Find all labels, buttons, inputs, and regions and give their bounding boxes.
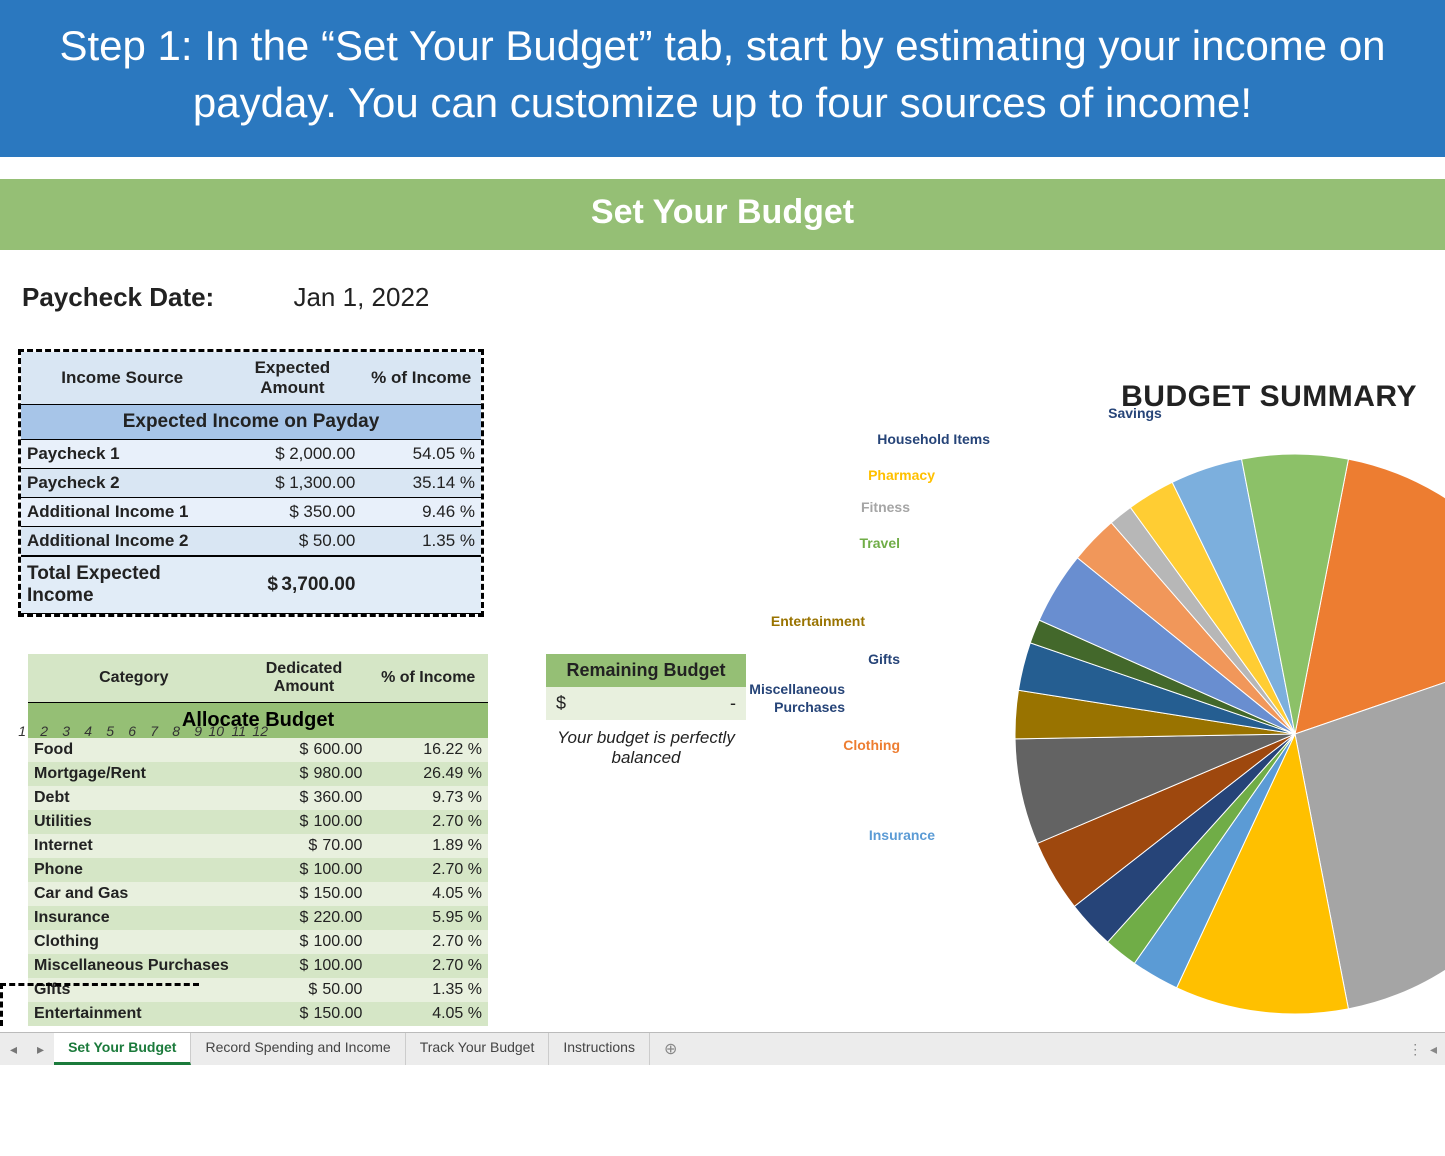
- pie-label: Pharmacy: [868, 467, 935, 483]
- tabs-scroll-left[interactable]: ◂: [0, 1041, 27, 1058]
- alloc-row[interactable]: Miscellaneous Purchases$100.002.70 %: [28, 954, 488, 978]
- income-table-highlight: Expected Income on Payday Income Source …: [18, 349, 484, 617]
- remaining-value: $ -: [546, 687, 746, 720]
- page-title: Set Your Budget: [0, 179, 1445, 250]
- tab-track-your-budget[interactable]: Track Your Budget: [406, 1033, 550, 1065]
- instruction-banner: Step 1: In the “Set Your Budget” tab, st…: [0, 0, 1445, 157]
- row-number: 8: [162, 720, 184, 742]
- income-table: Expected Income on Payday Income Source …: [21, 352, 481, 614]
- row-number: 3: [52, 720, 74, 742]
- alloc-h-cat: Category: [28, 654, 240, 703]
- income-row[interactable]: Paycheck 1$2,000.0054.05 %: [21, 440, 481, 469]
- alloc-row[interactable]: Mortgage/Rent$980.0026.49 %: [28, 762, 488, 786]
- alloc-row[interactable]: Clothing$100.002.70 %: [28, 930, 488, 954]
- alloc-row[interactable]: Insurance$220.005.95 %: [28, 906, 488, 930]
- row-number: 12: [250, 720, 272, 742]
- alloc-row[interactable]: Car and Gas$150.004.05 %: [28, 882, 488, 906]
- paycheck-date-value[interactable]: Jan 1, 2022: [293, 282, 429, 312]
- income-row[interactable]: Paycheck 2$1,300.0035.14 %: [21, 469, 481, 498]
- pie-label: Miscellaneous: [749, 681, 845, 697]
- row-number: 1: [8, 720, 30, 742]
- income-total-amt: $3,700.00: [223, 556, 361, 614]
- pie-label: Travel: [860, 535, 900, 551]
- income-row[interactable]: Additional Income 1$350.009.46 %: [21, 498, 481, 527]
- income-total-label: Total Expected Income: [21, 556, 223, 614]
- remaining-msg: Your budget is perfectly balanced: [546, 720, 746, 776]
- income-title: Expected Income on Payday: [21, 405, 481, 440]
- remaining-budget-panel: Remaining Budget $ - Your budget is perf…: [546, 654, 746, 776]
- row-number: 11: [228, 720, 250, 742]
- new-sheet-button[interactable]: ⊕: [650, 1039, 691, 1059]
- tab-set-your-budget[interactable]: Set Your Budget: [54, 1033, 191, 1065]
- row-number: 5: [96, 720, 118, 742]
- alloc-h-pct: % of Income: [368, 654, 488, 703]
- pie-label: Gifts: [868, 651, 900, 667]
- remaining-title: Remaining Budget: [546, 654, 746, 687]
- pie-label: Purchases: [774, 699, 845, 715]
- sheet-tabs: ◂ ▸ Set Your BudgetRecord Spending and I…: [0, 1032, 1445, 1065]
- pie-label: Fitness: [861, 499, 910, 515]
- pie-label: Insurance: [869, 827, 935, 843]
- row-number: 10: [206, 720, 228, 742]
- row-number: 6: [118, 720, 140, 742]
- row-number: 4: [74, 720, 96, 742]
- allocate-table: Allocate Budget Category Dedicated Amoun…: [28, 654, 488, 1026]
- income-h-pct: % of Income: [361, 352, 481, 405]
- budget-summary-chart: BUDGET SUMMARY SavingsHousehold ItemsPha…: [825, 380, 1445, 989]
- pie-label: Entertainment: [771, 613, 865, 629]
- pie-label: Clothing: [843, 737, 900, 753]
- row-number: 2: [30, 720, 52, 742]
- income-h-amount: Expected Amount: [223, 352, 361, 405]
- paycheck-date-row: Paycheck Date: Jan 1, 2022: [22, 282, 1427, 313]
- pie-label: Household Items: [877, 431, 990, 447]
- row-number: 9: [184, 720, 206, 742]
- alloc-row[interactable]: Internet$70.001.89 %: [28, 834, 488, 858]
- tabs-scroll-right[interactable]: ▸: [27, 1041, 54, 1058]
- horizontal-scroll[interactable]: ⋮ ◂: [1408, 1041, 1445, 1058]
- tab-record-spending-and-income[interactable]: Record Spending and Income: [191, 1033, 405, 1065]
- paycheck-date-label: Paycheck Date:: [22, 282, 214, 312]
- tab-instructions[interactable]: Instructions: [549, 1033, 650, 1065]
- alloc-h-amt: Dedicated Amount: [240, 654, 369, 703]
- alloc-row[interactable]: Gifts$50.001.35 %: [28, 978, 488, 1002]
- alloc-row[interactable]: Debt$360.009.73 %: [28, 786, 488, 810]
- alloc-row[interactable]: Phone$100.002.70 %: [28, 858, 488, 882]
- income-h-source: Income Source: [21, 352, 223, 405]
- income-row[interactable]: Additional Income 2$50.001.35 %: [21, 527, 481, 557]
- alloc-row[interactable]: Utilities$100.002.70 %: [28, 810, 488, 834]
- pie-label: Savings: [1108, 405, 1162, 421]
- row-number: 7: [140, 720, 162, 742]
- alloc-row[interactable]: Entertainment$150.004.05 %: [28, 1002, 488, 1026]
